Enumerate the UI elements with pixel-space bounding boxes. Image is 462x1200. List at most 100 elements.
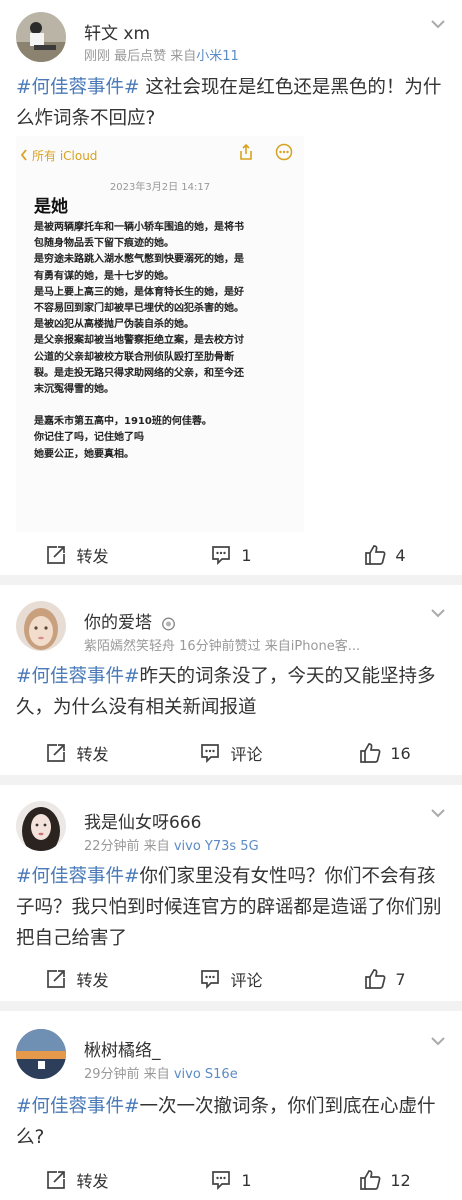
avatar[interactable] bbox=[16, 601, 66, 651]
note-back-link: 所有 iCloud bbox=[32, 149, 98, 163]
repost-button[interactable]: 转发 bbox=[0, 959, 154, 999]
meta-source[interactable]: 小米11 bbox=[196, 49, 239, 64]
chevron-left-icon bbox=[20, 149, 27, 161]
action-bar: 转发 1 12 bbox=[0, 1160, 462, 1200]
post-text: #何佳蓉事件#昨天的词条没了，今天的又能坚持多久，为什么没有相关新闻报道 bbox=[16, 661, 448, 723]
note-date: 2023年3月2日 14:17 bbox=[109, 182, 211, 193]
repost-button[interactable]: 转发 bbox=[0, 1160, 154, 1200]
meta-text: 刚刚 最后点赞 来自 bbox=[84, 49, 197, 64]
note-line: 是嘉禾市第五高中，1910班的何佳蓉。 bbox=[34, 416, 212, 428]
note-line: 公道的父亲却被校方联合刑侦队殴打至肋骨断 bbox=[34, 351, 234, 363]
comment-label: 评论 bbox=[230, 745, 263, 764]
like-button[interactable]: 12 bbox=[308, 1160, 462, 1200]
note-line: 你记住了吗，记住她了吗 bbox=[34, 432, 144, 444]
avatar[interactable] bbox=[16, 12, 66, 62]
note-line: 是穷途未路跳入湖水憋气憋到快要溺死的她，是 bbox=[34, 254, 244, 266]
meta-text: 29分钟前 来自 bbox=[84, 1067, 170, 1082]
like-button[interactable]: 4 bbox=[308, 535, 462, 575]
repost-label: 转发 bbox=[76, 547, 109, 566]
repost-label: 转发 bbox=[76, 971, 109, 990]
repost-button[interactable]: 转发 bbox=[0, 535, 154, 575]
action-bar: 转发 1 4 bbox=[0, 535, 462, 575]
share-icon bbox=[240, 143, 252, 160]
post-card: 楸树橘络_ 29分钟前 来自 vivo S16e #何佳蓉事件#一次一次撤词条，… bbox=[0, 1011, 462, 1200]
thumbs-up-icon bbox=[365, 969, 386, 989]
repost-icon bbox=[47, 546, 66, 564]
comment-icon bbox=[212, 1171, 231, 1191]
author-name[interactable]: 你的爱塔 bbox=[84, 608, 176, 633]
note-line: 不容易回到家门却被早已埋伏的凶犯杀害的她。 bbox=[34, 303, 244, 315]
repost-label: 转发 bbox=[76, 745, 109, 764]
like-count: 12 bbox=[390, 1170, 411, 1190]
action-bar: 转发 评论 16 bbox=[0, 733, 462, 773]
like-count: 16 bbox=[390, 743, 411, 763]
author-name[interactable]: 我是仙女呀666 bbox=[84, 808, 201, 833]
post-text: #何佳蓉事件#你们家里没有女性吗？你们不会有孩子吗？我只怕到时候连官方的辟谣都是… bbox=[16, 861, 448, 954]
chevron-down-icon[interactable] bbox=[430, 807, 446, 819]
note-line: 她要公正，她要真相。 bbox=[34, 448, 134, 460]
post-meta: 紫陌嫣然笑轻舟 16分钟前赞过 来自iPhone客... bbox=[84, 635, 360, 654]
chevron-down-icon[interactable] bbox=[430, 607, 446, 619]
topic-tag[interactable]: #何佳蓉事件# bbox=[16, 666, 140, 687]
comment-label: 评论 bbox=[230, 971, 263, 990]
note-line: 是被凶犯从高楼抛尸伪装自杀的她。 bbox=[34, 319, 194, 331]
post-meta: 29分钟前 来自 vivo S16e bbox=[84, 1063, 238, 1082]
post-meta: 22分钟前 来自 vivo Y73s 5G bbox=[84, 835, 259, 854]
avatar[interactable] bbox=[16, 1029, 66, 1079]
member-badge-icon bbox=[162, 617, 176, 630]
note-line: 是马上要上高三的她，是体育特长生的她，是好 bbox=[34, 286, 244, 298]
repost-icon bbox=[47, 1171, 66, 1189]
note-line: 末沉冤得雪的她。 bbox=[34, 384, 114, 396]
comment-button[interactable]: 评论 bbox=[154, 959, 308, 999]
comment-count: 1 bbox=[241, 1170, 252, 1190]
repost-icon bbox=[47, 970, 66, 988]
topic-tag[interactable]: #何佳蓉事件# bbox=[16, 1096, 140, 1117]
note-line: 是被两辆摩托车和一辆小轿车围追的她，是将书 bbox=[34, 222, 244, 233]
note-screenshot[interactable]: 所有 iCloud 2023年3月2日 14:17 是她 是被两辆摩托车和一辆小… bbox=[16, 136, 304, 532]
chevron-down-icon[interactable] bbox=[430, 18, 446, 30]
post-card: 你的爱塔 紫陌嫣然笑轻舟 16分钟前赞过 来自iPhone客... #何佳蓉事件… bbox=[0, 585, 462, 775]
note-body: 是被两辆摩托车和一辆小轿车围追的她，是将书 包随身物品丢下留下痕迹的她。 是穷途… bbox=[34, 220, 298, 463]
post-text: #何佳蓉事件#一次一次撤词条，你们到底在心虚什么? bbox=[16, 1091, 448, 1153]
meta-source[interactable]: vivo Y73s 5G bbox=[174, 839, 259, 854]
meta-source[interactable]: vivo S16e bbox=[174, 1067, 238, 1082]
like-count: 4 bbox=[395, 545, 406, 565]
note-title: 是她 bbox=[34, 197, 68, 217]
post-text: #何佳蓉事件# 这社会现在是红色还是黑色的！为什么炸词条不回应? bbox=[16, 72, 448, 134]
like-button[interactable]: 7 bbox=[308, 959, 462, 999]
comment-icon bbox=[201, 744, 220, 764]
repost-label: 转发 bbox=[76, 1172, 109, 1191]
topic-tag[interactable]: #何佳蓉事件# bbox=[16, 866, 140, 887]
note-line: 包随身物品丢下留下痕迹的她。 bbox=[34, 238, 174, 250]
like-button[interactable]: 16 bbox=[308, 733, 462, 773]
more-icon bbox=[275, 143, 293, 161]
note-line: 有勇有谋的她，是十七岁的她。 bbox=[34, 270, 174, 282]
repost-icon bbox=[47, 744, 66, 762]
comment-button[interactable]: 评论 bbox=[154, 733, 308, 773]
author-name[interactable]: 楸树橘络_ bbox=[84, 1036, 161, 1061]
comment-count: 1 bbox=[241, 545, 252, 565]
like-count: 7 bbox=[395, 969, 406, 989]
comment-icon bbox=[212, 546, 231, 566]
post-card: 我是仙女呀666 22分钟前 来自 vivo Y73s 5G #何佳蓉事件#你们… bbox=[0, 785, 462, 1001]
note-spacer bbox=[34, 398, 298, 414]
note-line: 裂。是走投无路只得求助网络的父亲，和至今还 bbox=[34, 367, 244, 379]
author-name-text: 你的爱塔 bbox=[84, 613, 152, 633]
note-line: 是父亲报案却被当地警察拒绝立案，是去校方讨 bbox=[34, 335, 244, 347]
action-bar: 转发 评论 7 bbox=[0, 959, 462, 999]
avatar[interactable] bbox=[16, 801, 66, 851]
repost-button[interactable]: 转发 bbox=[0, 733, 154, 773]
chevron-down-icon[interactable] bbox=[430, 1035, 446, 1047]
meta-text: 22分钟前 来自 bbox=[84, 839, 170, 854]
meta-text: 紫陌嫣然笑轻舟 16分钟前赞过 来自iPhone客... bbox=[84, 639, 361, 654]
author-name[interactable]: 轩文 xm bbox=[84, 19, 150, 44]
thumbs-up-icon bbox=[360, 1170, 381, 1190]
thumbs-up-icon bbox=[365, 545, 386, 565]
comment-button[interactable]: 1 bbox=[154, 1160, 308, 1200]
post-card: 轩文 xm 刚刚 最后点赞 来自小米11 #何佳蓉事件# 这社会现在是红色还是黑… bbox=[0, 0, 462, 575]
thumbs-up-icon bbox=[360, 743, 381, 763]
comment-icon bbox=[201, 970, 220, 990]
post-meta: 刚刚 最后点赞 来自小米11 bbox=[84, 45, 239, 64]
topic-tag[interactable]: #何佳蓉事件# bbox=[16, 77, 140, 98]
comment-button[interactable]: 1 bbox=[154, 535, 308, 575]
